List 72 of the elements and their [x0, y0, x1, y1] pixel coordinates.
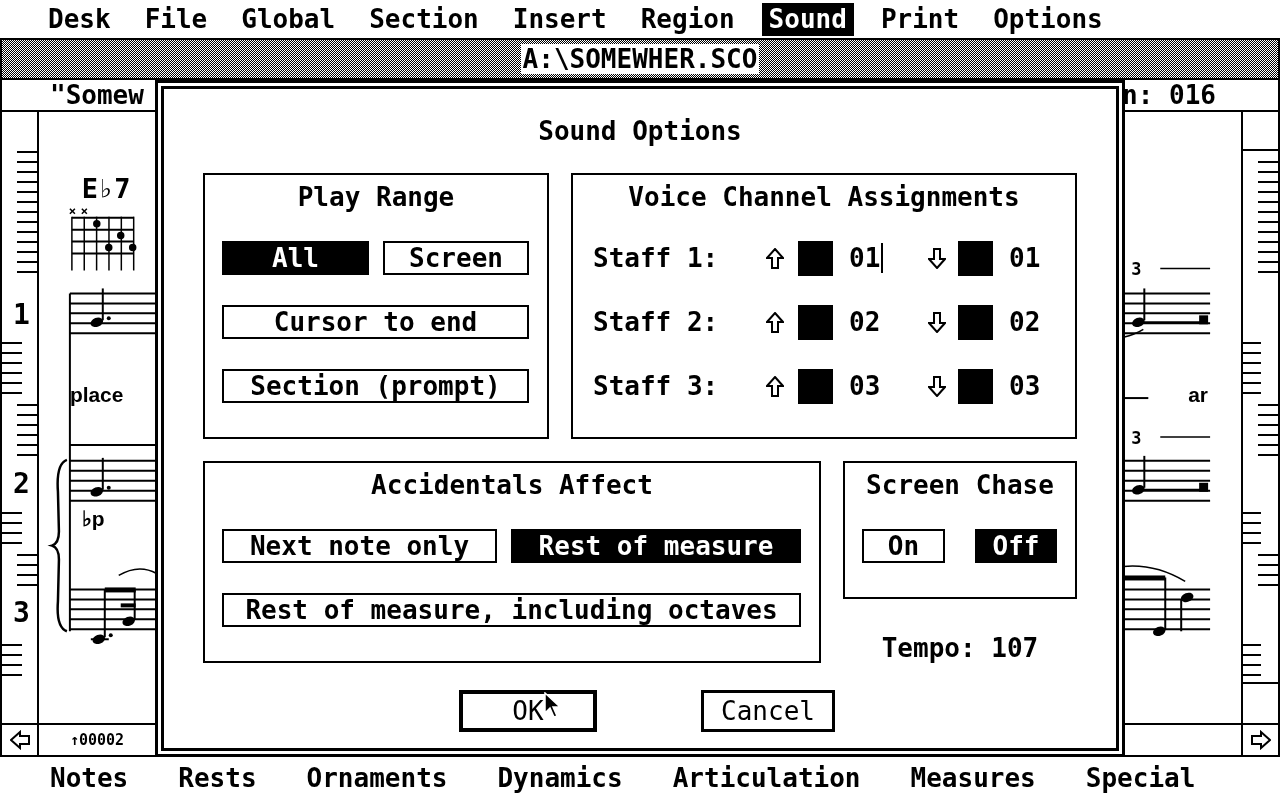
- lyric-text: ar: [1188, 383, 1208, 407]
- staff-number: 1: [13, 298, 30, 331]
- channel-field[interactable]: 01: [1009, 243, 1044, 273]
- cancel-button[interactable]: Cancel: [701, 690, 835, 732]
- palette-menu-item[interactable]: Measures: [910, 759, 1036, 798]
- staff-number: 3: [13, 596, 30, 629]
- option-button[interactable]: On: [862, 529, 945, 563]
- channel-swatch: [958, 240, 993, 276]
- channel-swatch: [798, 368, 833, 404]
- channel-field[interactable]: 02: [849, 307, 884, 337]
- measure-position: ↑00002: [69, 729, 125, 751]
- option-button[interactable]: Rest of measure, including octaves: [222, 593, 801, 627]
- group-title: Screen Chase: [865, 471, 1055, 499]
- palette-menu-item[interactable]: Special: [1085, 759, 1196, 798]
- dynamic-marking: ♭p: [81, 506, 105, 530]
- staff-label: Staff 3:: [593, 369, 720, 403]
- palette-menu-item[interactable]: Rests: [178, 759, 257, 798]
- palette-menu-item[interactable]: Dynamics: [497, 759, 623, 798]
- palette-menu-item[interactable]: Ornaments: [306, 759, 448, 798]
- up-arrow-icon: [766, 247, 784, 269]
- mouse-pointer-icon: [544, 692, 561, 718]
- group-title: Accidentals Affect: [370, 471, 654, 499]
- channel-swatch: [798, 304, 833, 340]
- menu-item[interactable]: File: [137, 2, 215, 36]
- option-button[interactable]: All: [222, 241, 369, 275]
- menu-item[interactable]: Print: [873, 2, 967, 36]
- down-arrow-icon: [928, 375, 946, 397]
- chord-name: E♭7: [81, 172, 131, 204]
- triplet-line: [1159, 267, 1211, 270]
- option-button[interactable]: Section (prompt): [222, 369, 529, 403]
- lyric-text: place: [69, 383, 124, 407]
- menu-item[interactable]: Section: [362, 2, 486, 36]
- left-arrow-icon: [9, 730, 30, 750]
- group-title: Play Range: [296, 183, 456, 211]
- chord-diagram-drawing: [69, 207, 137, 272]
- triplet-line: [1159, 436, 1211, 438]
- option-button[interactable]: Cursor to end: [222, 305, 529, 339]
- group-title: Voice Channel Assignments: [627, 183, 1021, 211]
- palette-menu-item[interactable]: Articulation: [672, 759, 861, 798]
- up-arrow-icon: [766, 375, 784, 397]
- channel-swatch: [958, 368, 993, 404]
- option-button[interactable]: Next note only: [222, 529, 497, 563]
- menu-item[interactable]: Sound: [761, 2, 854, 36]
- option-button[interactable]: Off: [975, 529, 1057, 563]
- channel-field[interactable]: 03: [1009, 371, 1044, 401]
- option-button[interactable]: Rest of measure: [511, 529, 801, 563]
- option-button[interactable]: Screen: [383, 241, 529, 275]
- channel-swatch: [958, 304, 993, 340]
- triplet-number: 3: [1131, 259, 1142, 280]
- right-arrow-icon: [1250, 730, 1271, 750]
- triplet-number: 3: [1131, 427, 1142, 448]
- menu-item[interactable]: Global: [234, 2, 343, 36]
- menu-item[interactable]: Desk: [41, 2, 118, 36]
- staff-label: Staff 1:: [593, 241, 720, 275]
- up-arrow-icon: [766, 311, 784, 333]
- channel-swatch: [798, 240, 833, 276]
- menu-item[interactable]: Region: [633, 2, 742, 36]
- score-title: "Somew: [50, 78, 144, 112]
- staff-number: 2: [13, 467, 30, 500]
- channel-field[interactable]: 02: [1009, 307, 1044, 337]
- dialog-title: Sound Options: [538, 114, 742, 148]
- down-arrow-icon: [928, 247, 946, 269]
- tempo-label: Tempo: 107: [881, 633, 1039, 663]
- staff-label: Staff 2:: [593, 305, 720, 339]
- palette-menu-item[interactable]: Notes: [50, 759, 129, 798]
- down-arrow-icon: [928, 311, 946, 333]
- ok-button[interactable]: OK: [459, 690, 597, 732]
- channel-field[interactable]: 01: [849, 243, 884, 273]
- window-title: A:\SOMEWHER.SCO: [520, 44, 760, 74]
- channel-field[interactable]: 03: [849, 371, 884, 401]
- menu-item[interactable]: Insert: [505, 2, 614, 36]
- menu-item[interactable]: Options: [986, 2, 1110, 36]
